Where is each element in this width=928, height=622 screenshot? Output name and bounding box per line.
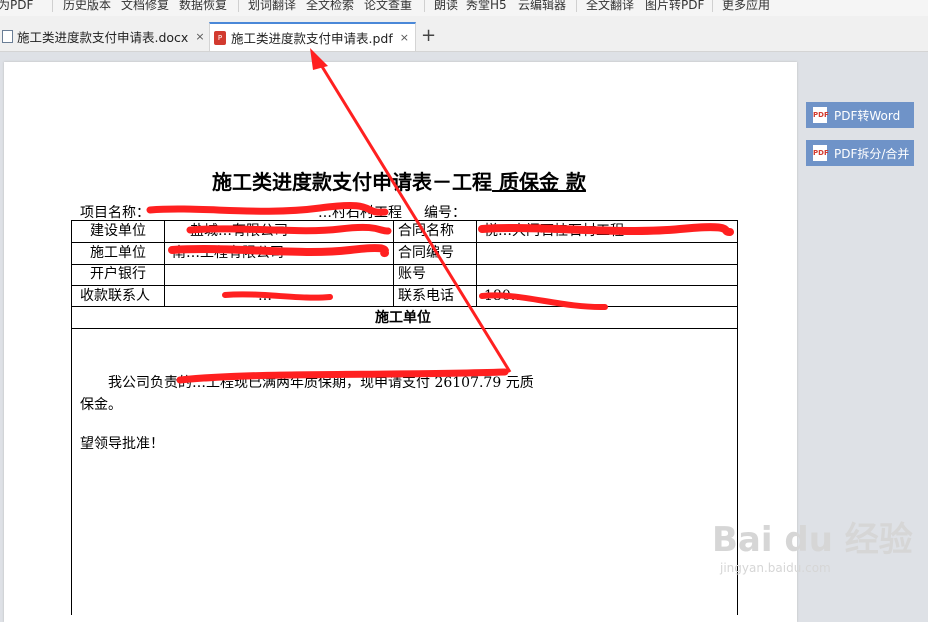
number-label: 编号： bbox=[424, 205, 466, 221]
project-value: …村石村工程 bbox=[318, 205, 402, 221]
toolbar-item[interactable]: 云编辑器 bbox=[518, 0, 566, 13]
row-label: 合同编号 bbox=[398, 245, 454, 261]
row-label: 收款联系人 bbox=[80, 288, 150, 304]
row-value: 南…工程有限公司 bbox=[172, 245, 284, 261]
row-label: 账号 bbox=[398, 266, 426, 282]
toolbar-item[interactable]: 图片转PDF bbox=[645, 0, 704, 13]
section-header: 施工单位 bbox=[375, 310, 431, 326]
tab-pdf[interactable]: P 施工类进度款支付申请表.pdf × bbox=[209, 22, 416, 51]
toolbar-item[interactable]: 出为PDF bbox=[0, 0, 33, 13]
pdf-split-merge-label: PDF拆分/合并 bbox=[834, 146, 910, 161]
pdf-to-word-button[interactable]: PDF PDF转Word bbox=[806, 102, 914, 128]
form-title: 施工类进度款支付申请表－工程 质保金 款 bbox=[0, 166, 798, 195]
tab-docx[interactable]: 施工类进度款支付申请表.docx × bbox=[0, 22, 205, 51]
row-value: 180… bbox=[484, 288, 525, 304]
pdf-split-merge-button[interactable]: PDF PDF拆分/合并 bbox=[806, 140, 914, 166]
toolbar-item[interactable]: 全文检索 bbox=[306, 0, 354, 13]
form-title-underlined: 质保金 款 bbox=[492, 170, 586, 194]
baidu-jingyan-watermark: Bai du 经验 jingyan.baidu.com bbox=[712, 512, 913, 575]
close-icon[interactable]: × bbox=[195, 30, 204, 43]
tab-label: 施工类进度款支付申请表.pdf bbox=[231, 31, 393, 46]
row-label: 联系电话 bbox=[398, 288, 454, 304]
toolbar-divider bbox=[576, 0, 577, 12]
toolbar-item[interactable]: 更多应用 bbox=[722, 0, 770, 13]
toolbar-divider bbox=[238, 0, 239, 12]
pdf-page bbox=[4, 62, 797, 622]
new-tab-button[interactable]: + bbox=[421, 26, 436, 46]
toolbar-divider bbox=[424, 0, 425, 12]
body-paragraph-line2: 保金。 bbox=[80, 397, 122, 413]
toolbar-item[interactable]: 数据恢复 bbox=[179, 0, 227, 13]
toolbar-divider bbox=[712, 0, 713, 12]
tab-bar: 施工类进度款支付申请表.docx × P 施工类进度款支付申请表.pdf × + bbox=[0, 16, 928, 52]
row-value: 悦…大门石桂石村工程 bbox=[484, 223, 624, 239]
top-toolbar: 出为PDF 历史版本 文档修复 数据恢复 划词翻译 全文检索 论文查重 朗读 秀… bbox=[0, 0, 928, 16]
toolbar-item[interactable]: 全文翻译 bbox=[586, 0, 634, 13]
tab-label: 施工类进度款支付申请表.docx bbox=[17, 30, 189, 45]
row-value: … bbox=[258, 288, 272, 304]
toolbar-item[interactable]: 划词翻译 bbox=[248, 0, 296, 13]
toolbar-item[interactable]: 文档修复 bbox=[121, 0, 169, 13]
watermark-url: jingyan.baidu.com bbox=[720, 561, 831, 575]
row-label: 合同名称 bbox=[398, 223, 454, 239]
toolbar-item[interactable]: 朗读 bbox=[434, 0, 458, 13]
pdf-split-icon: PDF bbox=[813, 145, 829, 161]
toolbar-item[interactable]: 历史版本 bbox=[63, 0, 111, 13]
watermark-logo: Bai du 经验 bbox=[712, 520, 913, 560]
pdf-to-word-icon: PDF bbox=[813, 107, 829, 123]
project-label: 项目名称： bbox=[80, 205, 150, 221]
form-title-prefix: 施工类进度款支付申请表－工程 bbox=[212, 170, 493, 194]
body-paragraph-line1: 我公司负责的…工程现已满两年质保期，现申请支付 26107.79 元质 bbox=[108, 375, 534, 391]
row-value: 盐城…有限公司 bbox=[190, 223, 288, 239]
row-label: 施工单位 bbox=[90, 245, 146, 261]
row-label: 开户银行 bbox=[90, 266, 146, 282]
approval-text: 望领导批准！ bbox=[80, 436, 164, 452]
pdf-icon: P bbox=[214, 30, 226, 45]
pdf-to-word-label: PDF转Word bbox=[834, 108, 901, 123]
toolbar-item[interactable]: 秀堂H5 bbox=[466, 0, 507, 13]
toolbar-item[interactable]: 论文查重 bbox=[364, 0, 412, 13]
word-doc-icon bbox=[2, 30, 13, 43]
row-label: 建设单位 bbox=[90, 223, 146, 239]
toolbar-divider bbox=[52, 0, 53, 12]
close-icon[interactable]: × bbox=[400, 31, 409, 44]
